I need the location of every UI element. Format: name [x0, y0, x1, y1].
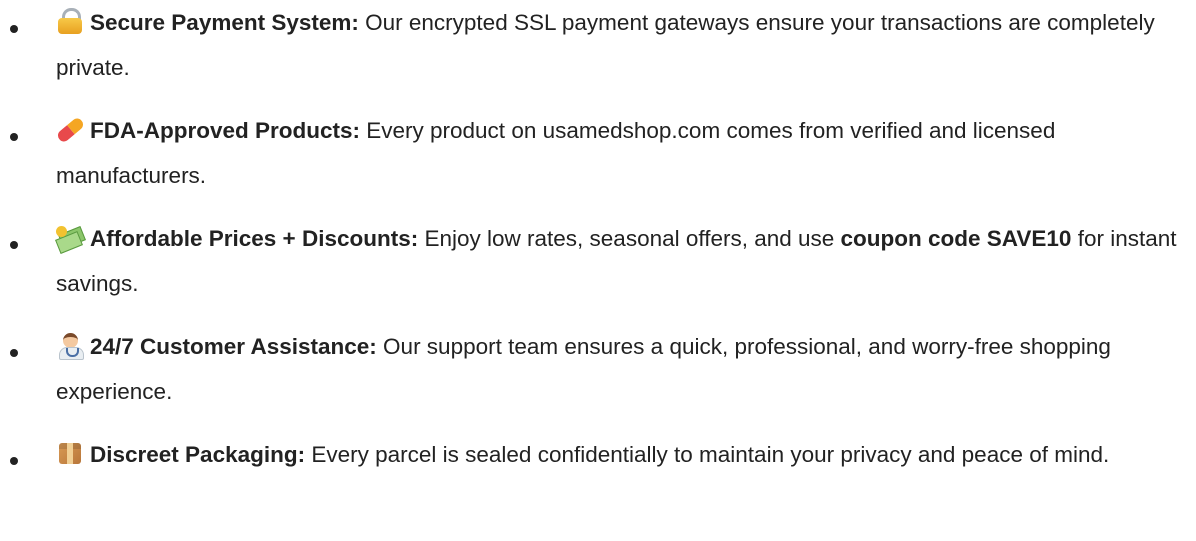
bullet-icon	[10, 241, 18, 249]
health-worker-icon	[56, 332, 84, 360]
bullet-icon	[10, 25, 18, 33]
item-description: Every parcel is sealed confidentially to…	[305, 442, 1110, 467]
pill-icon	[55, 116, 86, 144]
item-text: FDA-Approved Products: Every product on …	[55, 108, 1190, 198]
list-item: 24/7 Customer Assistance: Our support te…	[0, 324, 1196, 414]
list-item: Secure Payment System: Our encrypted SSL…	[0, 0, 1196, 90]
item-text: Discreet Packaging: Every parcel is seal…	[56, 432, 1190, 477]
item-title: Secure Payment System:	[90, 10, 359, 35]
item-text: Affordable Prices + Discounts: Enjoy low…	[55, 216, 1190, 306]
item-description: Enjoy low rates, seasonal offers, and us…	[418, 226, 841, 251]
bullet-icon	[10, 133, 18, 141]
item-title: Discreet Packaging:	[90, 442, 306, 467]
item-text: 24/7 Customer Assistance: Our support te…	[56, 324, 1190, 414]
list-item: Affordable Prices + Discounts: Enjoy low…	[0, 216, 1196, 306]
list-item: Discreet Packaging: Every parcel is seal…	[0, 432, 1196, 522]
list-item: FDA-Approved Products: Every product on …	[0, 108, 1196, 198]
lock-icon	[56, 8, 84, 34]
money-with-wings-icon	[55, 224, 86, 254]
bullet-icon	[10, 457, 18, 465]
coupon-code: coupon code SAVE10	[840, 226, 1072, 251]
item-title: Affordable Prices + Discounts:	[90, 226, 419, 251]
item-title: 24/7 Customer Assistance:	[90, 334, 377, 359]
item-text: Secure Payment System: Our encrypted SSL…	[56, 0, 1190, 90]
bullet-icon	[10, 349, 18, 357]
item-title: FDA-Approved Products:	[90, 118, 360, 143]
package-icon	[56, 440, 84, 466]
